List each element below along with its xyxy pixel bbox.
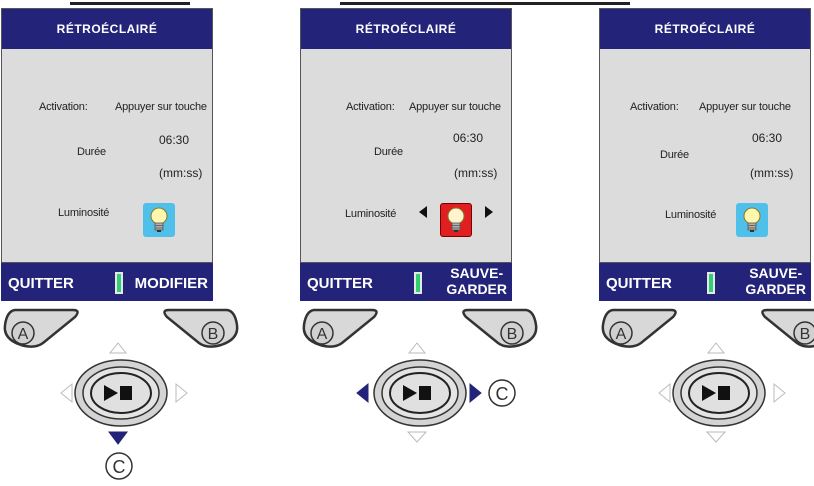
activation-value: Appuyer sur touche bbox=[699, 101, 791, 113]
callout-c-label: C bbox=[496, 384, 509, 404]
duree-value: 06:30 bbox=[159, 133, 190, 147]
key-b-label: B bbox=[507, 326, 518, 343]
activation-label: Activation: bbox=[39, 101, 88, 113]
cropped-top-caption bbox=[70, 0, 190, 7]
duree-unit: (mm:ss) bbox=[159, 166, 203, 180]
cropped-top-caption-2 bbox=[340, 0, 630, 7]
battery-icon bbox=[414, 272, 422, 294]
key-a-label: A bbox=[18, 326, 29, 343]
keypad: A B bbox=[601, 308, 814, 443]
nav-right-arrow[interactable] bbox=[175, 382, 188, 404]
nav-left-arrow[interactable] bbox=[356, 382, 369, 404]
brightness-bulb-icon[interactable] bbox=[736, 203, 768, 237]
brightness-bulb-icon[interactable] bbox=[440, 203, 472, 237]
softkey-quitter[interactable]: QUITTER bbox=[8, 275, 74, 292]
key-b-button[interactable]: B bbox=[462, 308, 538, 348]
nav-up-arrow[interactable] bbox=[108, 342, 128, 354]
key-a-button[interactable]: A bbox=[3, 308, 79, 348]
duree-unit: (mm:ss) bbox=[750, 166, 794, 180]
nav-right-arrow[interactable] bbox=[773, 382, 786, 404]
softkey-sauvegarder[interactable]: SAUVE- GARDER bbox=[446, 265, 507, 297]
duree-label: Durée bbox=[374, 146, 403, 158]
device-screen: RÉTROÉCLAIRÉ Activation: Appuyer sur tou… bbox=[599, 8, 811, 263]
softkey-bar: QUITTER SAUVE- GARDER bbox=[599, 263, 811, 301]
nav-down-arrow[interactable] bbox=[406, 431, 428, 443]
key-b-label: B bbox=[208, 326, 219, 343]
nav-up-arrow[interactable] bbox=[706, 342, 726, 354]
luminosite-label: Luminosité bbox=[345, 208, 397, 220]
nav-left-arrow[interactable] bbox=[60, 382, 73, 404]
softkey-bar: QUITTER SAUVE- GARDER bbox=[300, 263, 512, 301]
nav-left-arrow[interactable] bbox=[658, 382, 671, 404]
screen-title: RÉTROÉCLAIRÉ bbox=[2, 9, 212, 49]
duree-value: 06:30 bbox=[453, 131, 484, 145]
callout-c-marker: C bbox=[105, 452, 133, 480]
battery-icon bbox=[115, 272, 123, 294]
luminosite-label: Luminosité bbox=[665, 209, 717, 221]
key-a-label: A bbox=[317, 326, 328, 343]
softkey-right-line1: SAUVE- bbox=[749, 265, 803, 281]
activation-label: Activation: bbox=[630, 101, 679, 113]
softkey-sauvegarder[interactable]: SAUVE- GARDER bbox=[745, 265, 806, 297]
softkey-bar: QUITTER MODIFIER bbox=[1, 263, 213, 301]
keypad: A B C bbox=[302, 308, 538, 443]
softkey-right-line1: MODIFIER bbox=[134, 275, 208, 292]
key-b-button[interactable]: B bbox=[761, 308, 814, 348]
softkey-right-line2: GARDER bbox=[745, 281, 806, 297]
luminosite-label: Luminosité bbox=[58, 207, 110, 219]
duree-unit: (mm:ss) bbox=[454, 166, 498, 180]
brightness-bulb-icon[interactable] bbox=[143, 203, 175, 237]
key-b-label: B bbox=[800, 326, 811, 343]
keypad: A B C bbox=[3, 308, 239, 480]
softkey-right-line1: SAUVE- bbox=[450, 265, 504, 281]
nav-up-arrow[interactable] bbox=[407, 342, 427, 354]
softkey-right-line2: GARDER bbox=[446, 281, 507, 297]
activation-value: Appuyer sur touche bbox=[409, 101, 501, 113]
key-b-button[interactable]: B bbox=[163, 308, 239, 348]
device-screen: RÉTROÉCLAIRÉ Activation: Appuyer sur tou… bbox=[300, 8, 512, 263]
nav-down-arrow[interactable] bbox=[108, 431, 128, 445]
activation-value: Appuyer sur touche bbox=[115, 101, 207, 113]
lightbulb-icon bbox=[150, 207, 168, 232]
softkey-modifier[interactable]: MODIFIER bbox=[135, 275, 208, 292]
screen-title: RÉTROÉCLAIRÉ bbox=[301, 9, 511, 49]
key-a-button[interactable]: A bbox=[601, 308, 677, 348]
duree-value: 06:30 bbox=[752, 131, 783, 145]
duree-label: Durée bbox=[77, 146, 106, 158]
callout-c-label: C bbox=[113, 457, 126, 477]
softkey-quitter[interactable]: QUITTER bbox=[307, 275, 373, 292]
value-increase-arrow-icon[interactable] bbox=[485, 206, 493, 218]
lightbulb-icon bbox=[743, 207, 761, 232]
screen-title: RÉTROÉCLAIRÉ bbox=[600, 9, 810, 49]
nav-down-arrow[interactable] bbox=[705, 431, 727, 443]
battery-icon bbox=[707, 272, 715, 294]
lightbulb-icon bbox=[447, 207, 465, 232]
device-screen: RÉTROÉCLAIRÉ Activation: Appuyer sur tou… bbox=[1, 8, 213, 263]
nav-right-arrow[interactable] bbox=[469, 382, 482, 404]
callout-c-marker: C bbox=[488, 379, 516, 407]
key-a-label: A bbox=[616, 326, 627, 343]
duree-label: Durée bbox=[660, 149, 689, 161]
value-decrease-arrow-icon[interactable] bbox=[419, 206, 427, 218]
key-a-button[interactable]: A bbox=[302, 308, 378, 348]
activation-label: Activation: bbox=[346, 101, 395, 113]
softkey-quitter[interactable]: QUITTER bbox=[606, 275, 672, 292]
